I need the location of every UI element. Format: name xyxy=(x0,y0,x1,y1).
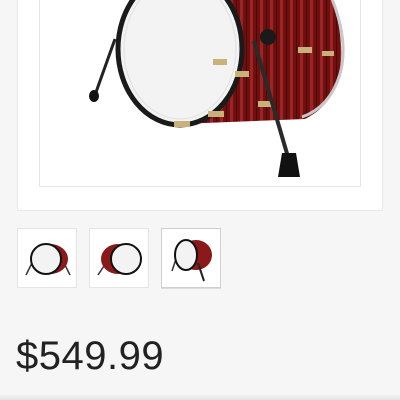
drum-side-view xyxy=(97,243,142,276)
drum-front-view xyxy=(25,243,71,276)
bass-drum-icon xyxy=(89,0,345,177)
product-image-card xyxy=(17,0,383,211)
thumbnail-2[interactable] xyxy=(89,228,149,288)
thumbnail-3[interactable] xyxy=(161,228,221,288)
product-price: $549.99 xyxy=(16,334,165,378)
thumbnail-strip xyxy=(17,228,237,290)
main-product-image[interactable] xyxy=(39,0,361,187)
bottom-divider xyxy=(0,394,400,400)
drum-angled-view xyxy=(171,239,212,282)
thumbnail-1[interactable] xyxy=(17,228,77,288)
